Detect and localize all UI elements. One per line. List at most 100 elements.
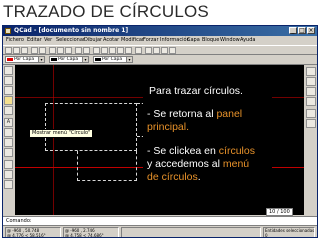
absolute-coordinates: @ -960 , 50.748 @ 4.776 < 58.516° <box>5 227 61 238</box>
circle-menu-tooltip: Mostrar menú "Círculo" <box>29 129 94 138</box>
cut-icon[interactable] <box>49 47 56 54</box>
menu-informacion[interactable]: Información <box>160 36 190 45</box>
command-label: Comando: <box>6 218 32 224</box>
window-title: QCad - [documento sin nombre 1] <box>14 27 129 34</box>
menu-seleccionar[interactable]: Seleccionar <box>56 36 85 45</box>
style-swatch <box>95 58 101 61</box>
zoom-auto-icon[interactable] <box>109 47 116 54</box>
menu-bar: Fichero Editar Ver Seleccionar Dibujar A… <box>3 36 317 45</box>
color-combo-value: Por Capa <box>14 57 35 62</box>
style-combo-value: Por Capa <box>102 57 123 62</box>
overlay-highlight-panel: panel <box>216 108 243 120</box>
zoom-in-icon[interactable] <box>93 47 100 54</box>
color-swatch <box>7 58 13 61</box>
chevron-down-icon: ▾ <box>82 57 88 62</box>
layer-list-icon[interactable] <box>153 47 160 54</box>
relative-polar: @ 4.758 < 74.686° <box>65 233 104 238</box>
overlay-line-6: de círculos. <box>147 171 201 185</box>
maximize-button[interactable]: □ <box>298 27 306 34</box>
redo-icon[interactable] <box>83 47 90 54</box>
menu-editar[interactable]: Editar <box>27 36 42 45</box>
page-indicator: 10 / 100 <box>266 208 293 216</box>
right-tool-icon[interactable] <box>306 87 316 96</box>
right-panel <box>305 65 317 215</box>
menu-ver[interactable]: Ver <box>44 36 52 45</box>
command-line[interactable]: Comando: <box>3 216 317 225</box>
menu-acotar[interactable]: Acotar <box>103 36 119 45</box>
menu-window[interactable]: Window <box>220 36 240 45</box>
style-combo[interactable]: Por Capa ▾ <box>93 56 133 63</box>
hatch-tool-icon[interactable] <box>4 128 13 137</box>
text-tool-icon[interactable]: A <box>4 118 13 127</box>
instruction-overlay: Para trazar círculos. - Se retorna al pa… <box>143 79 272 189</box>
menu-modificar[interactable]: Modificar <box>121 36 144 45</box>
color-combo[interactable]: Por Capa ▾ <box>5 56 45 63</box>
point-tool-icon[interactable] <box>4 76 13 85</box>
back-icon[interactable] <box>4 66 13 75</box>
right-tool-icon[interactable] <box>306 67 316 76</box>
modify-tool-icon[interactable] <box>4 148 13 157</box>
right-tool-icon[interactable] <box>306 119 316 128</box>
drawn-outline-lower <box>77 151 137 181</box>
overlay-highlight-principal: principal. <box>147 121 190 133</box>
menu-dibujar[interactable]: Dibujar <box>84 36 102 45</box>
menu-forzar[interactable]: Forzar <box>143 36 159 45</box>
relative-coordinates: @ -960 , 2.746 @ 4.758 < 74.686° <box>63 227 119 238</box>
status-message <box>121 227 261 237</box>
pen-toolbar: Por Capa ▾ Por Capa ▾ Por Capa ▾ <box>3 55 317 65</box>
arc-tool-icon[interactable] <box>4 106 13 115</box>
status-bar: @ -960 , 50.748 @ 4.776 < 58.516° @ -960… <box>3 225 317 238</box>
info-tool-icon[interactable] <box>4 170 13 179</box>
circle-tool-icon[interactable] <box>4 96 13 105</box>
dimension-tool-icon[interactable] <box>4 138 13 147</box>
overlay-highlight-circulos: círculos <box>218 145 255 157</box>
left-tool-panel: A <box>3 65 14 215</box>
absolute-polar: @ 4.776 < 58.516° <box>7 233 46 238</box>
grid-icon[interactable] <box>145 47 152 54</box>
chevron-down-icon: ▾ <box>38 57 44 62</box>
copy-icon[interactable] <box>57 47 64 54</box>
overlay-line-6-end: . <box>197 171 201 183</box>
zoom-out-icon[interactable] <box>101 47 108 54</box>
chevron-down-icon: ▾ <box>126 57 132 62</box>
close-button[interactable]: × <box>307 27 315 34</box>
library-icon[interactable] <box>169 47 176 54</box>
redraw-icon[interactable] <box>135 47 142 54</box>
selected-entities-count: 0 <box>265 233 268 238</box>
main-toolbar <box>3 45 317 55</box>
undo-icon[interactable] <box>75 47 82 54</box>
drawn-outline <box>45 103 137 151</box>
width-combo-value: Por Capa <box>58 57 79 62</box>
paste-icon[interactable] <box>65 47 72 54</box>
zoom-pan-icon[interactable] <box>125 47 132 54</box>
overlay-highlight-de-circulos: de círculos <box>147 171 198 183</box>
print-icon[interactable] <box>31 47 38 54</box>
selected-entities-label: Entidades seleccionadas: <box>265 228 315 233</box>
overlay-highlight-menu: menú <box>222 158 250 170</box>
open-file-icon[interactable] <box>13 47 20 54</box>
overlay-line-1: Para trazar círculos. <box>149 85 243 97</box>
right-tool-icon[interactable] <box>306 77 316 86</box>
overlay-line-2-text: - Se retorna al <box>147 108 217 120</box>
line-tool-icon[interactable] <box>4 86 13 95</box>
select-tool-icon[interactable] <box>4 180 13 189</box>
print-preview-icon[interactable] <box>39 47 46 54</box>
width-combo[interactable]: Por Capa ▾ <box>49 56 89 63</box>
menu-bloque[interactable]: Bloque <box>202 36 219 45</box>
menu-fichero[interactable]: Fichero <box>6 36 24 45</box>
overlay-line-2: - Se retorna al panel <box>147 108 242 122</box>
save-icon[interactable] <box>21 47 28 54</box>
new-file-icon[interactable] <box>5 47 12 54</box>
snap-tool-icon[interactable] <box>4 160 13 169</box>
minimize-button[interactable]: _ <box>289 27 297 34</box>
right-tool-icon[interactable] <box>306 97 316 106</box>
block-list-icon[interactable] <box>161 47 168 54</box>
menu-capa[interactable]: Capa <box>187 36 200 45</box>
overlay-line-5-text: y accedemos al <box>147 158 223 170</box>
window-titlebar: QCad - [documento sin nombre 1] _ □ × <box>3 26 317 36</box>
menu-ayuda[interactable]: Ayuda <box>240 36 255 45</box>
selected-entities: Entidades seleccionadas: 0 <box>263 227 315 238</box>
right-tool-icon[interactable] <box>306 109 316 118</box>
slide-title: TRAZADO DE CÍRCULOS <box>3 2 209 21</box>
zoom-window-icon[interactable] <box>117 47 124 54</box>
